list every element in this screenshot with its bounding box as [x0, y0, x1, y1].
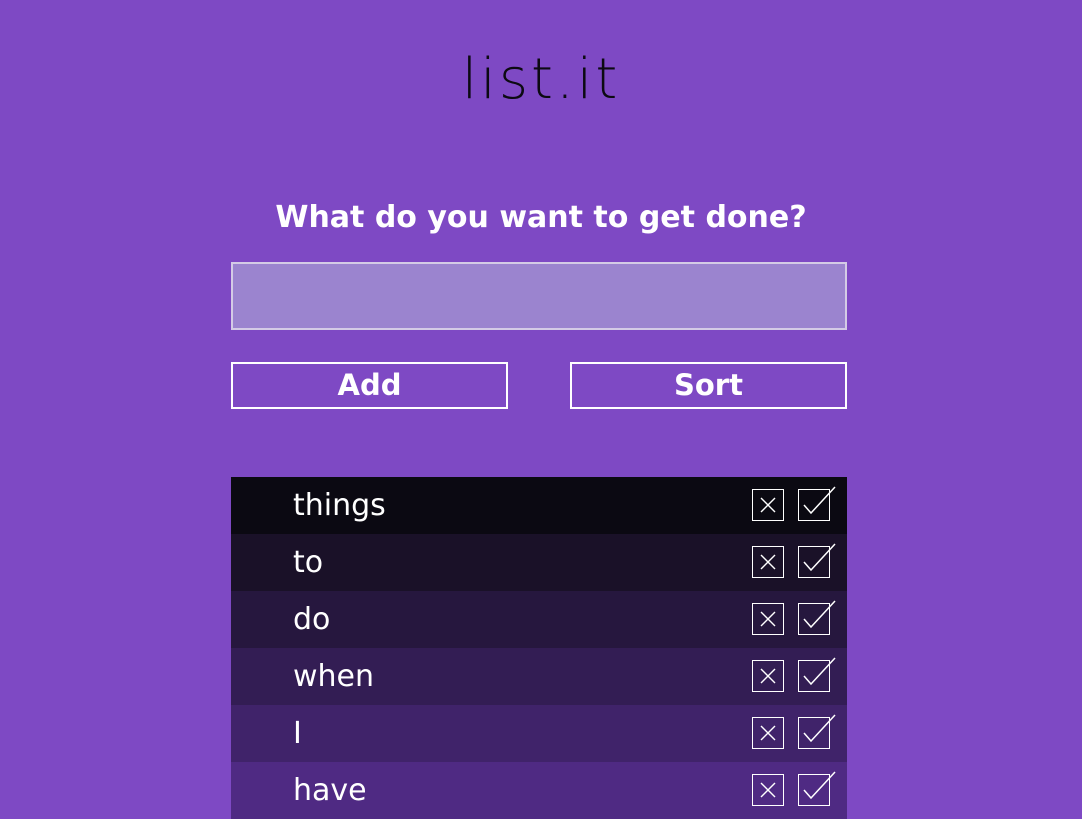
checkmark-icon — [803, 543, 836, 572]
task-prompt: What do you want to get done? — [275, 200, 807, 235]
close-icon — [760, 611, 776, 627]
todo-text: I — [293, 716, 302, 751]
complete-item-button[interactable] — [798, 600, 836, 635]
add-button[interactable]: Add — [231, 362, 508, 409]
app-logo: list.it — [461, 47, 621, 112]
todo-list: things to do when Ihave — [231, 477, 847, 819]
close-icon — [760, 554, 776, 570]
remove-item-button[interactable] — [752, 489, 784, 521]
todo-item: when — [231, 648, 847, 705]
checkmark-icon — [803, 486, 836, 515]
close-icon — [760, 782, 776, 798]
checkmark-icon — [803, 657, 836, 686]
todo-text: when — [293, 659, 375, 694]
remove-item-button[interactable] — [752, 603, 784, 635]
todo-item: things — [231, 477, 847, 534]
todo-item: do — [231, 591, 847, 648]
remove-item-button[interactable] — [752, 717, 784, 749]
task-input[interactable] — [231, 262, 847, 330]
complete-item-button[interactable] — [798, 714, 836, 749]
close-icon — [760, 668, 776, 684]
complete-item-button[interactable] — [798, 771, 836, 806]
checkmark-icon — [803, 771, 836, 800]
todo-text: do — [293, 602, 331, 637]
remove-item-button[interactable] — [752, 660, 784, 692]
remove-item-button[interactable] — [752, 546, 784, 578]
todo-item: have — [231, 762, 847, 819]
checkmark-icon — [803, 600, 836, 629]
sort-button[interactable]: Sort — [570, 362, 847, 409]
todo-text: have — [293, 773, 367, 808]
remove-item-button[interactable] — [752, 774, 784, 806]
complete-item-button[interactable] — [798, 657, 836, 692]
complete-item-button[interactable] — [798, 486, 836, 521]
todo-item: to — [231, 534, 847, 591]
todo-item: I — [231, 705, 847, 762]
complete-item-button[interactable] — [798, 543, 836, 578]
close-icon — [760, 725, 776, 741]
todo-text: things — [293, 488, 386, 523]
checkmark-icon — [803, 714, 836, 743]
close-icon — [760, 497, 776, 513]
todo-text: to — [293, 545, 324, 580]
